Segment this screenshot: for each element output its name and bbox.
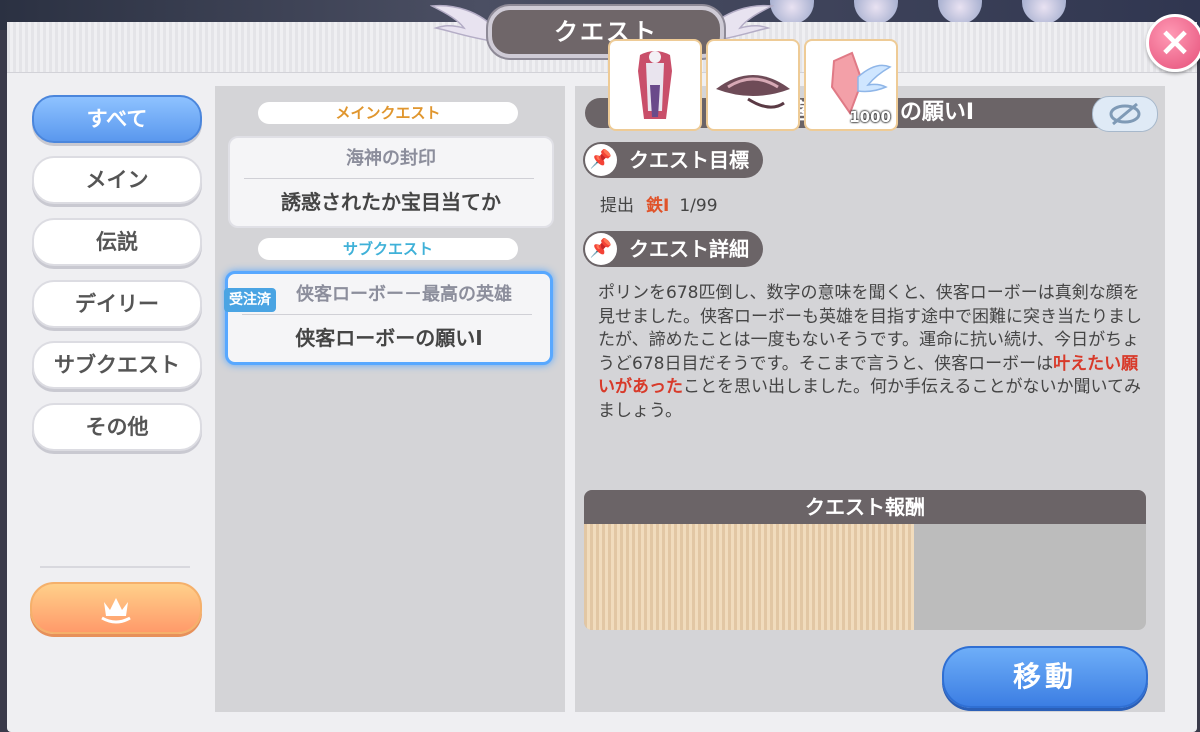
straw-hat-icon [716,75,790,109]
reward-item-hat[interactable] [708,41,798,129]
detail-label: クエスト詳細 [629,237,749,261]
reward-box: クエスト報酬 [584,490,1146,630]
tab-legend[interactable]: 伝説 [32,218,202,266]
pin-icon: 📌 [585,233,617,265]
sub-quest-header: サブクエスト [258,238,518,260]
reward-item-crystal[interactable]: 1000 [806,41,896,129]
hud-portrait-icon [1022,0,1066,24]
quest-name: 侠客ローボーの願いⅠ [295,326,483,350]
pin-icon: 📌 [585,144,617,176]
reward-quantity: 1000 [849,108,891,126]
quest-chapter: 海神の封印 [346,148,436,169]
objective-item: 鉄Ⅰ [646,196,670,216]
objective-verb: 提出 [600,196,634,216]
quest-chapter: 侠客ローボー－最高の英雄 [296,284,512,305]
hud-portrait-icon [770,0,814,24]
objective-progress: 1/99 [679,196,718,216]
hud-portrait-icon [854,0,898,24]
main-quest-card[interactable]: 海神の封印 誘惑されたか宝目当てか [228,136,554,228]
card-divider [242,314,532,315]
quest-objective: 提出 鉄Ⅰ 1/99 [600,191,718,216]
sub-quest-card[interactable]: 受注済 侠客ローボー－最高の英雄 侠客ローボーの願いⅠ [224,271,553,365]
quest-description: ポリンを678匹倒し、数字の意味を聞くと、侠客ローボーは真剣な顔を見せました。侠… [598,282,1146,423]
main-quest-header: メインクエスト [258,102,518,124]
tab-daily[interactable]: デイリー [32,280,202,328]
hide-toggle-button[interactable] [1092,96,1158,132]
objective-section-header: 📌 クエスト目標 [583,142,763,178]
tab-all[interactable]: すべて [32,95,202,143]
objective-label: クエスト目標 [629,148,749,172]
tab-divider [40,566,190,568]
tab-main[interactable]: メイン [32,156,202,204]
detail-section-header: 📌 クエスト詳細 [583,231,763,267]
close-button[interactable]: × [1146,14,1200,72]
crown-ribbon-icon [101,598,131,624]
eye-slash-icon [1109,102,1141,126]
tab-subquest[interactable]: サブクエスト [32,341,202,389]
special-quest-button[interactable] [30,582,202,634]
quest-name: 誘惑されたか宝目当てか [281,190,501,214]
reward-header: クエスト報酬 [584,490,1146,524]
reward-item-costume[interactable] [610,41,700,129]
costume-icon [638,51,672,119]
hud-portrait-icon [938,0,982,24]
card-divider [244,178,534,179]
close-icon: × [1158,19,1192,65]
reward-strip [584,524,914,630]
move-button[interactable]: 移動 [942,646,1148,708]
tab-other[interactable]: その他 [32,403,202,451]
